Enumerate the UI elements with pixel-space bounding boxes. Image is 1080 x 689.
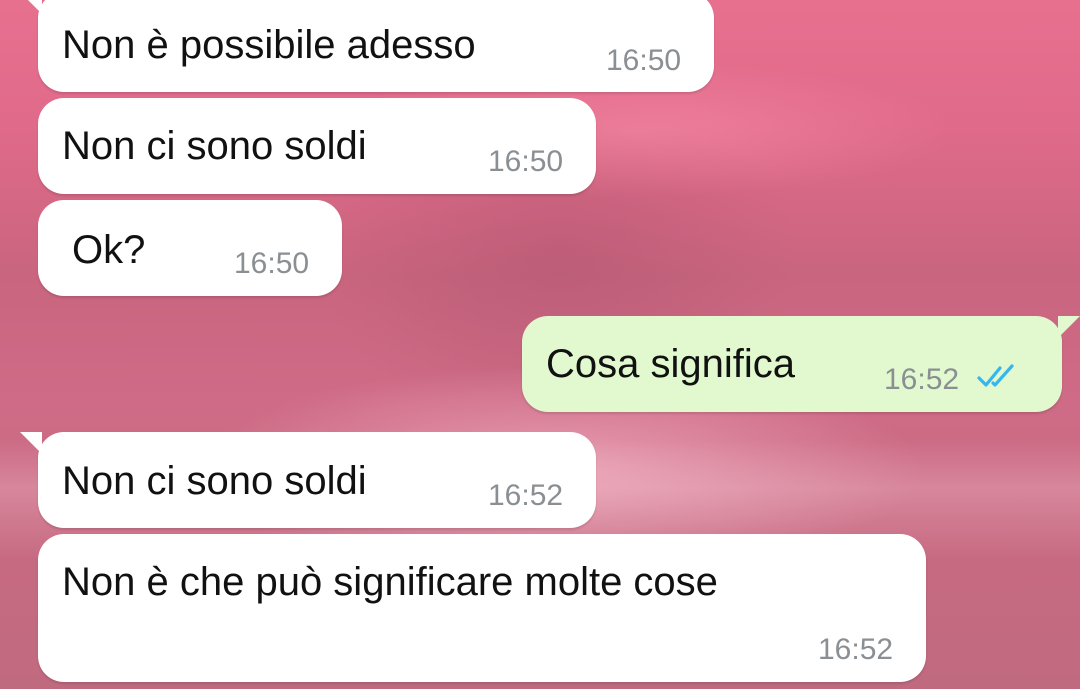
message-bubble-incoming[interactable]: Non è che può significare molte cose 16:… xyxy=(38,534,926,682)
message-timestamp: 16:52 xyxy=(818,633,894,666)
double-check-icon xyxy=(977,364,1014,387)
message-timestamp: 16:50 xyxy=(606,44,682,77)
message-text: Non ci sono soldi xyxy=(62,459,367,503)
bubble-tail xyxy=(1058,316,1080,338)
bubble-tail xyxy=(20,432,42,454)
message-bubble-incoming[interactable]: Non ci sono soldi 16:52 xyxy=(20,432,596,528)
message-bubble-outgoing[interactable]: Cosa significa 16:52 xyxy=(522,316,1080,412)
message-timestamp: 16:52 xyxy=(488,479,564,512)
message-bubble-incoming[interactable]: Non è possibile adesso 16:50 xyxy=(20,0,714,92)
message-bubble-incoming[interactable]: Non ci sono soldi 16:50 xyxy=(38,98,596,194)
message-text: Non ci sono soldi xyxy=(62,124,367,168)
message-timestamp: 16:50 xyxy=(488,145,564,178)
message-timestamp: 16:52 xyxy=(884,363,960,396)
message-text: Non è che può significare molte cose xyxy=(62,560,718,604)
message-text: Cosa significa xyxy=(546,342,796,386)
message-text: Ok? xyxy=(72,228,146,272)
message-timestamp: 16:50 xyxy=(234,247,310,280)
message-text: Non è possibile adesso xyxy=(62,23,476,67)
message-bubble-incoming[interactable]: Ok? 16:50 xyxy=(38,200,342,296)
bubble-tail xyxy=(20,0,42,14)
